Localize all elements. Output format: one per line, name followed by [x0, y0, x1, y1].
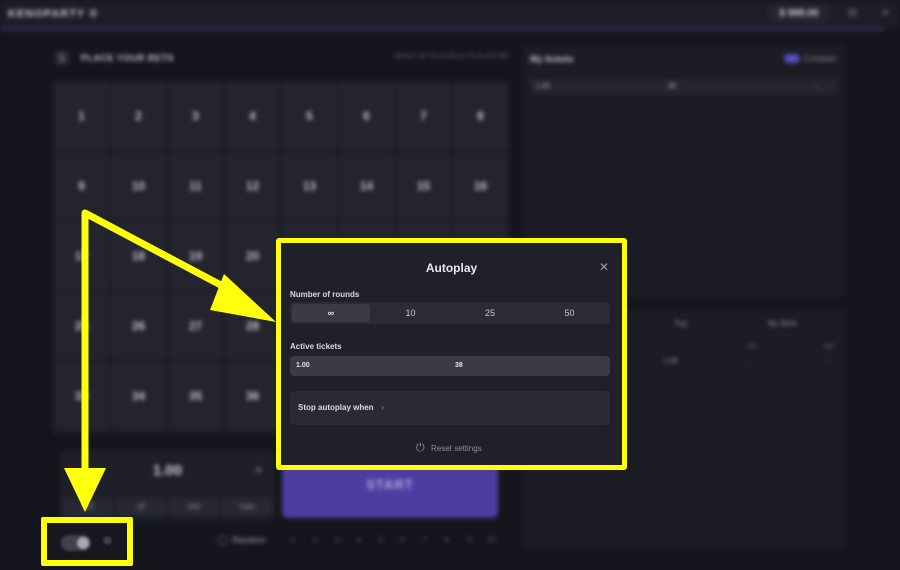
grid-cell[interactable]: 26 [111, 292, 166, 360]
grid-cell[interactable]: 9 [54, 152, 109, 220]
quick-pick-button[interactable]: 10 [482, 534, 500, 548]
active-ticket-bet: 1.00 [296, 362, 310, 369]
history-value: - [750, 358, 753, 365]
grid-cell[interactable]: 5 [282, 82, 337, 150]
app-logo: KENOPARTY ® [8, 8, 99, 20]
grid-cell[interactable]: 14 [339, 152, 394, 220]
gear-icon[interactable]: ⚙ [103, 536, 112, 547]
toggle-knob [77, 537, 89, 549]
rounds-option[interactable]: 10 [372, 304, 450, 322]
grid-cell[interactable]: 36 [225, 362, 280, 430]
ticket-numbers: 38 [668, 83, 676, 90]
bet-amount-value[interactable]: 1.00 [60, 462, 275, 479]
grid-cell[interactable]: 25 [54, 292, 109, 360]
history-value: 1.00 [664, 358, 678, 365]
grid-cell[interactable]: 28 [225, 292, 280, 360]
history-value: - [826, 358, 829, 365]
autoplay-toggle-callout: ⚙ [47, 523, 127, 560]
quick-pick-button[interactable]: 7 [416, 534, 434, 548]
grid-cell[interactable]: 35 [168, 362, 223, 430]
place-bets-title: PLACE YOUR BETS [81, 53, 174, 63]
bet-chip[interactable]: x2 [116, 498, 166, 516]
rounds-label: Number of rounds [290, 290, 360, 299]
random-label: Random [232, 535, 267, 545]
place-bets-hint: SELECT UP TO 10 CELLS TO PLACE BET [393, 54, 510, 60]
quick-pick-button[interactable]: 1 [284, 534, 302, 548]
step-badge: 1 [55, 51, 69, 65]
quick-pick-button[interactable]: 3 [328, 534, 346, 548]
rounds-option[interactable]: 25 [451, 304, 529, 322]
grid-cell[interactable]: 8 [453, 82, 508, 150]
close-icon[interactable]: ✕ [599, 261, 609, 273]
history-header-win: Win [824, 344, 835, 350]
stop-autoplay-dropdown[interactable]: Stop autoplay when › [290, 391, 610, 425]
wallet-icon[interactable]: ⊟ [846, 7, 859, 20]
active-tickets-label: Active tickets [290, 342, 342, 351]
grid-cell[interactable]: 10 [111, 152, 166, 220]
quick-pick-button[interactable]: 2 [306, 534, 324, 548]
modal-title: Autoplay [425, 261, 478, 275]
compact-toggle[interactable] [784, 54, 800, 63]
reset-settings-label: Reset settings [431, 444, 482, 453]
quick-pick-button[interactable]: 4 [350, 534, 368, 548]
grid-cell[interactable]: 20 [225, 222, 280, 290]
quick-pick-button[interactable]: 5 [372, 534, 390, 548]
grid-cell[interactable]: 4 [225, 82, 280, 150]
menu-icon[interactable]: ≡ [879, 7, 892, 20]
bet-increase-button[interactable]: + [254, 462, 263, 479]
quick-pick-row: 1 2 3 4 5 6 7 8 9 10 [284, 534, 500, 548]
grid-cell[interactable]: 6 [339, 82, 394, 150]
reset-settings-button[interactable]: ⏻ Reset settings [281, 442, 622, 456]
history-header-bet: Bet [748, 344, 758, 350]
chevron-right-icon: › [381, 402, 384, 412]
bet-chip[interactable]: min [169, 498, 219, 516]
active-ticket-numbers: 38 [455, 362, 463, 369]
quick-pick-button[interactable]: 8 [438, 534, 456, 548]
autoplay-modal: Autoplay ✕ Number of rounds ∞ 10 25 50 Acti… [281, 243, 622, 465]
annotation-frame-modal: Autoplay ✕ Number of rounds ∞ 10 25 50 Acti… [276, 238, 627, 470]
compact-label: Compact [804, 54, 837, 63]
my-tickets-title: My tickets [530, 54, 574, 64]
annotation-frame-toggle: ⚙ [41, 517, 133, 566]
active-ticket-row[interactable]: 1.00 38 [290, 356, 610, 376]
grid-cell[interactable]: 1 [54, 82, 109, 150]
bet-chip[interactable]: 1/2 [63, 498, 113, 516]
ticket-row[interactable]: 1.00 38 ... [530, 79, 838, 95]
grid-cell[interactable]: 2 [111, 82, 166, 150]
place-bets-header: 1 PLACE YOUR BETS SELECT UP TO 10 CELLS … [55, 50, 510, 66]
grid-cell[interactable]: 19 [168, 222, 223, 290]
bet-chip[interactable]: max [222, 498, 272, 516]
tab-top[interactable]: Top [674, 319, 687, 328]
bet-quick-chips: 1/2 x2 min max [63, 498, 272, 516]
quick-pick-button[interactable]: 6 [394, 534, 412, 548]
tab-my-bets[interactable]: My Bets [768, 319, 797, 328]
power-icon: ⏻ [416, 442, 425, 454]
stop-autoplay-label: Stop autoplay when [298, 403, 374, 412]
quick-pick-button[interactable]: 9 [460, 534, 478, 548]
grid-cell[interactable]: 17 [54, 222, 109, 290]
grid-cell[interactable]: 33 [54, 362, 109, 430]
bet-amount-panel: 1.00 + 1/2 x2 min max [60, 450, 275, 520]
grid-cell[interactable]: 16 [453, 152, 508, 220]
grid-cell[interactable]: 34 [111, 362, 166, 430]
grid-cell[interactable]: 15 [396, 152, 451, 220]
top-bar: KENOPARTY ® $ 998.00 ⊟ ≡ [0, 0, 900, 28]
grid-cell[interactable]: 18 [111, 222, 166, 290]
grid-cell[interactable]: 11 [168, 152, 223, 220]
rounds-option[interactable]: 50 [531, 304, 609, 322]
grid-cell[interactable]: 13 [282, 152, 337, 220]
grid-cell[interactable]: 7 [396, 82, 451, 150]
grid-cell[interactable]: 3 [168, 82, 223, 150]
rounds-option[interactable]: ∞ [292, 304, 370, 322]
grid-cell[interactable]: 27 [168, 292, 223, 360]
ticket-more[interactable]: ... [814, 83, 820, 90]
random-checkbox[interactable] [218, 536, 227, 545]
grid-cell[interactable]: 12 [225, 152, 280, 220]
balance-badge[interactable]: $ 998.00 [768, 5, 830, 23]
rounds-selector: ∞ 10 25 50 [290, 302, 610, 324]
topbar-accent-line [0, 28, 885, 30]
ticket-bet: 1.00 [536, 83, 550, 90]
